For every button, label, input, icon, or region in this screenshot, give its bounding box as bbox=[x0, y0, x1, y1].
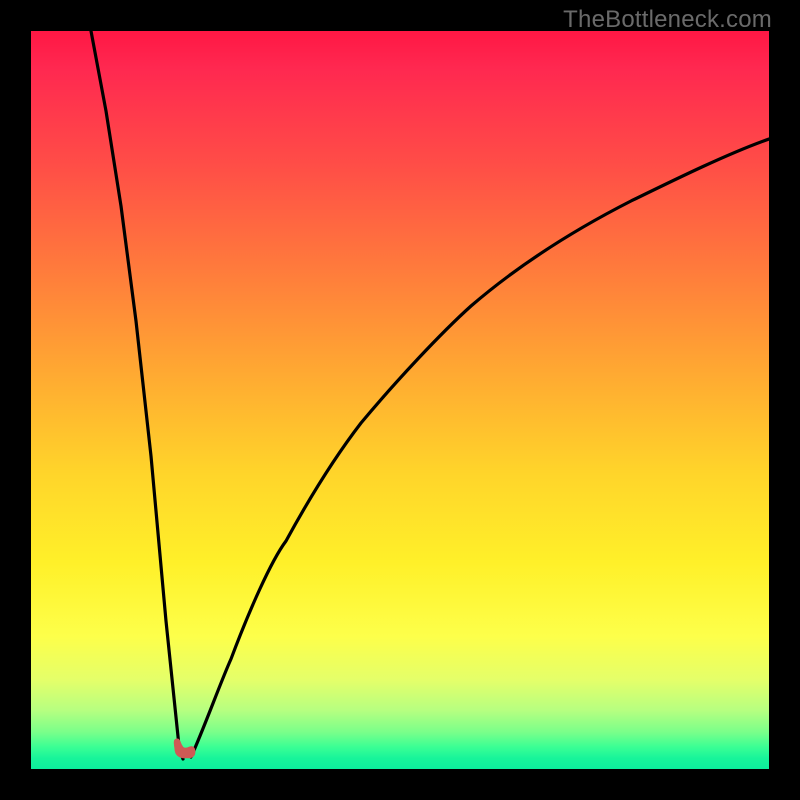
curve-layer bbox=[31, 31, 769, 769]
curve-right-branch bbox=[191, 139, 769, 757]
curve-left-branch bbox=[91, 31, 183, 759]
bottleneck-marker bbox=[170, 735, 198, 763]
watermark-text: TheBottleneck.com bbox=[563, 6, 772, 34]
chart-area bbox=[31, 31, 769, 769]
